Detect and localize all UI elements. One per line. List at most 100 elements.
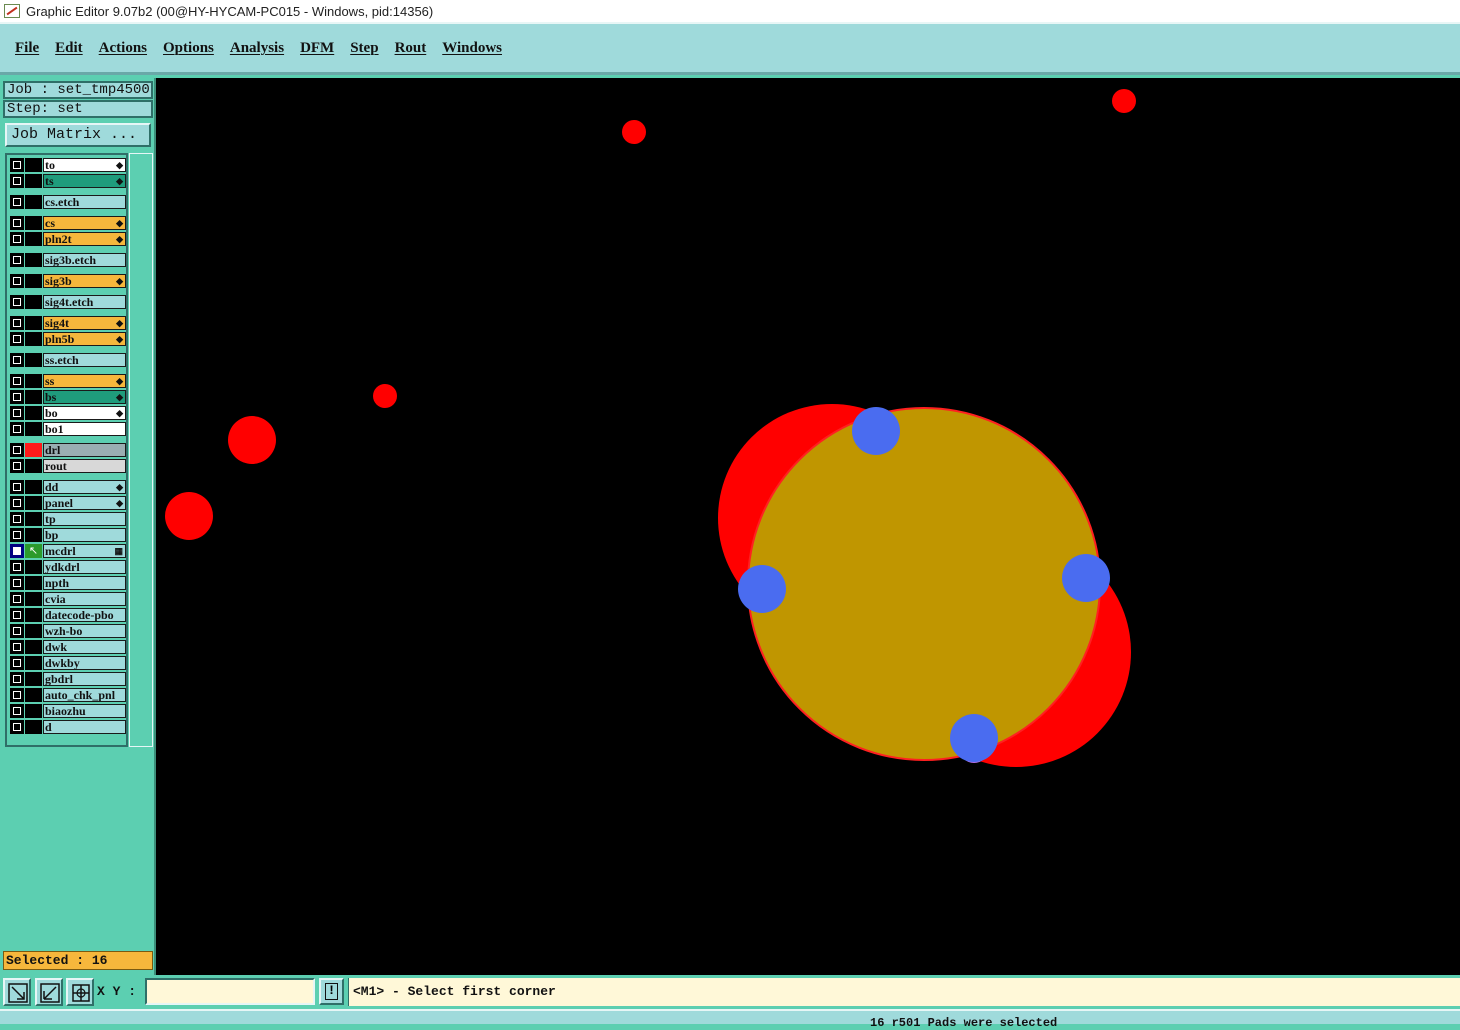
layer-color-swatch[interactable] <box>25 512 42 526</box>
layer-checkbox[interactable] <box>10 253 24 267</box>
layer-row-auto-chk-pnl[interactable]: auto_chk_pnl <box>10 688 126 702</box>
layer-color-swatch[interactable] <box>25 274 42 288</box>
job-matrix-button[interactable]: Job Matrix ... <box>5 123 151 147</box>
menu-edit[interactable]: Edit <box>55 40 83 57</box>
layer-name[interactable]: dwk <box>43 640 126 654</box>
layer-name[interactable]: tp <box>43 512 126 526</box>
layer-name[interactable]: wzh-bo <box>43 624 126 638</box>
layer-name[interactable]: bs ◆ <box>43 390 126 404</box>
layer-checkbox[interactable] <box>10 374 24 388</box>
layer-row-biaozhu[interactable]: biaozhu <box>10 704 126 718</box>
layer-name[interactable]: to ◆ <box>43 158 126 172</box>
pad-small[interactable] <box>738 565 786 613</box>
layer-checkbox[interactable] <box>10 512 24 526</box>
layer-name[interactable]: ts ◆ <box>43 174 126 188</box>
layer-name[interactable]: gbdrl <box>43 672 126 686</box>
layer-row-npth[interactable]: npth <box>10 576 126 590</box>
layer-checkbox[interactable] <box>10 608 24 622</box>
layer-name[interactable]: datecode-pbo <box>43 608 126 622</box>
drill-hole[interactable] <box>622 120 646 144</box>
layer-name[interactable]: d <box>43 720 126 734</box>
layer-color-swatch[interactable] <box>25 332 42 346</box>
layer-checkbox[interactable] <box>10 656 24 670</box>
layer-checkbox[interactable] <box>10 406 24 420</box>
layer-row-ss[interactable]: ss ◆ <box>10 374 126 388</box>
layer-color-swatch[interactable] <box>25 374 42 388</box>
layer-checkbox[interactable] <box>10 720 24 734</box>
xy-input[interactable] <box>145 978 315 1005</box>
layer-color-swatch[interactable] <box>25 720 42 734</box>
pad-small[interactable] <box>1062 554 1110 602</box>
layer-row-pln2t[interactable]: pln2t ◆ <box>10 232 126 246</box>
layer-checkbox[interactable] <box>10 332 24 346</box>
layer-name[interactable]: dd ◆ <box>43 480 126 494</box>
menu-rout[interactable]: Rout <box>395 40 427 57</box>
layer-row-sig3b[interactable]: sig3b ◆ <box>10 274 126 288</box>
layer-row-sig3b-etch[interactable]: sig3b.etch <box>10 253 126 267</box>
layer-checkbox[interactable] <box>10 295 24 309</box>
drill-hole[interactable] <box>373 384 397 408</box>
layer-color-swatch[interactable] <box>25 390 42 404</box>
layer-color-swatch[interactable] <box>25 232 42 246</box>
canvas-drawing[interactable] <box>156 78 1460 975</box>
layer-color-swatch[interactable] <box>25 640 42 654</box>
layer-row-mcdrl[interactable]: ↖ mcdrl ▦ <box>10 544 126 558</box>
layer-name[interactable]: pln5b ◆ <box>43 332 126 346</box>
pad-small[interactable] <box>852 407 900 455</box>
layer-name[interactable]: auto_chk_pnl <box>43 688 126 702</box>
layer-name[interactable]: cs.etch <box>43 195 126 209</box>
layer-name[interactable]: cvia <box>43 592 126 606</box>
layer-color-swatch[interactable] <box>25 560 42 574</box>
layer-color-swatch[interactable] <box>25 216 42 230</box>
layer-name[interactable]: pln2t ◆ <box>43 232 126 246</box>
layer-color-swatch[interactable] <box>25 295 42 309</box>
layer-color-swatch[interactable] <box>25 422 42 436</box>
layer-color-swatch[interactable] <box>25 174 42 188</box>
layer-checkbox[interactable] <box>10 459 24 473</box>
layer-checkbox[interactable] <box>10 158 24 172</box>
layer-name[interactable]: panel ◆ <box>43 496 126 510</box>
layer-row-cs[interactable]: cs ◆ <box>10 216 126 230</box>
layer-row-drl[interactable]: drl <box>10 443 126 457</box>
layer-checkbox[interactable] <box>10 592 24 606</box>
layer-color-swatch[interactable] <box>25 704 42 718</box>
graphic-canvas[interactable] <box>156 78 1460 975</box>
zoom-box-button[interactable] <box>3 978 31 1006</box>
layer-name[interactable]: ss ◆ <box>43 374 126 388</box>
layer-color-swatch[interactable] <box>25 624 42 638</box>
layer-name[interactable]: bp <box>43 528 126 542</box>
layer-checkbox[interactable] <box>10 544 24 558</box>
layer-checkbox[interactable] <box>10 560 24 574</box>
layer-color-swatch[interactable] <box>25 656 42 670</box>
layer-row-bo[interactable]: bo ◆ <box>10 406 126 420</box>
layer-row-datecode-pbo[interactable]: datecode-pbo <box>10 608 126 622</box>
layer-color-swatch[interactable] <box>25 158 42 172</box>
zoom-fit-button[interactable] <box>35 978 63 1006</box>
layer-row-bo1[interactable]: bo1 <box>10 422 126 436</box>
layer-name[interactable]: sig4t ◆ <box>43 316 126 330</box>
layer-row-ydkdrl[interactable]: ydkdrl <box>10 560 126 574</box>
layer-color-swatch[interactable] <box>25 592 42 606</box>
layer-row-dd[interactable]: dd ◆ <box>10 480 126 494</box>
layer-checkbox[interactable] <box>10 443 24 457</box>
layer-color-swatch[interactable] <box>25 672 42 686</box>
layer-row-sig4t-etch[interactable]: sig4t.etch <box>10 295 126 309</box>
layer-row-dwk[interactable]: dwk <box>10 640 126 654</box>
menu-analysis[interactable]: Analysis <box>230 40 284 57</box>
drill-hole[interactable] <box>165 492 213 540</box>
layer-name[interactable]: bo1 <box>43 422 126 436</box>
menu-file[interactable]: File <box>15 40 39 57</box>
layer-checkbox[interactable] <box>10 704 24 718</box>
layer-color-swatch[interactable] <box>25 443 42 457</box>
layer-row-sig4t[interactable]: sig4t ◆ <box>10 316 126 330</box>
layer-checkbox[interactable] <box>10 576 24 590</box>
menu-dfm[interactable]: DFM <box>300 40 334 57</box>
layer-checkbox[interactable] <box>10 195 24 209</box>
layer-row-to[interactable]: to ◆ <box>10 158 126 172</box>
layer-name[interactable]: npth <box>43 576 126 590</box>
layer-color-swatch[interactable] <box>25 253 42 267</box>
work-layer-arrow-icon[interactable]: ↖ <box>25 544 42 558</box>
pad-small[interactable] <box>950 714 998 762</box>
layer-row-bp[interactable]: bp <box>10 528 126 542</box>
layer-row-ss-etch[interactable]: ss.etch <box>10 353 126 367</box>
